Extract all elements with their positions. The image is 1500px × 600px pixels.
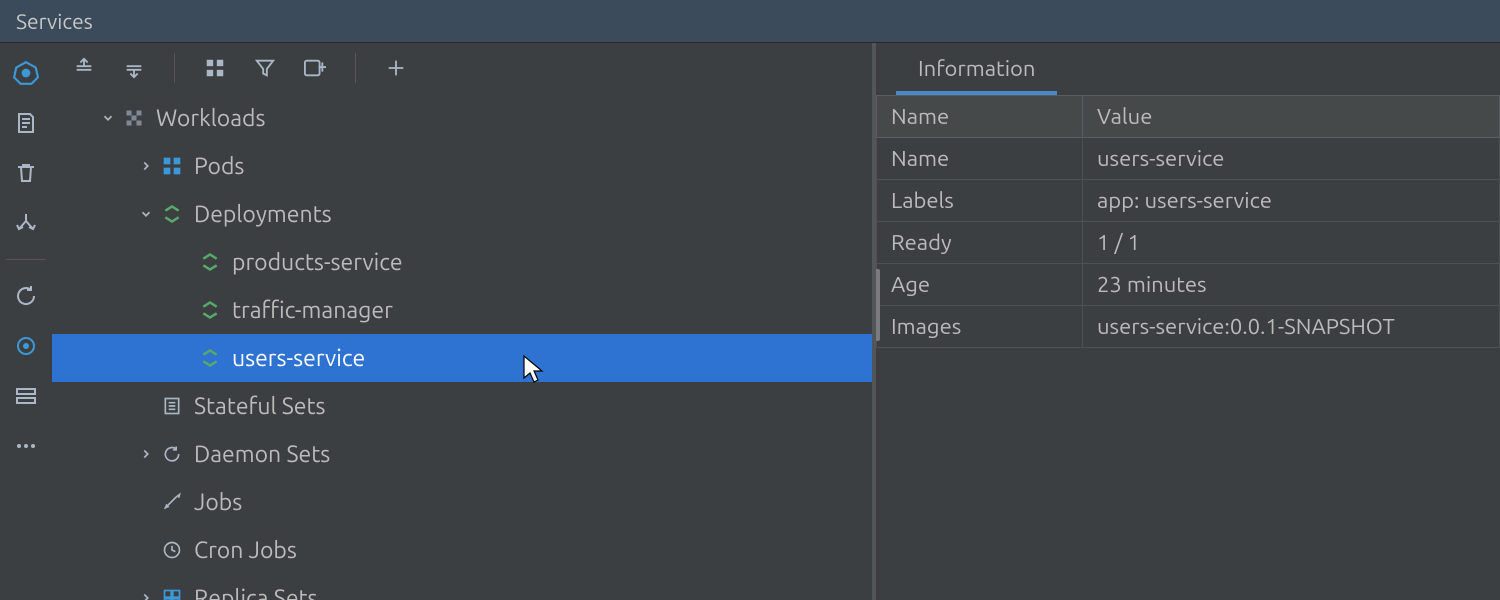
tree-label: Workloads [156, 106, 265, 131]
left-rail [0, 43, 52, 600]
title-text: Services [16, 9, 93, 33]
tree-node-products-service[interactable]: products-service [52, 238, 872, 286]
table-row[interactable]: Images users-service:0.0.1-SNAPSHOT [877, 306, 1500, 348]
chevron-down-icon [96, 111, 120, 125]
tree-node-replica-sets[interactable]: Replica Sets [52, 574, 872, 600]
replica-sets-icon [158, 588, 186, 600]
splitter-handle[interactable] [872, 269, 880, 341]
cell-value: app: users-service [1083, 180, 1500, 222]
tree-label: Replica Sets [194, 586, 318, 600]
tree-node-pods[interactable]: Pods [52, 142, 872, 190]
group-by-button[interactable] [201, 54, 229, 82]
rail-separator [6, 259, 46, 260]
tool-window-title: Services [0, 0, 1500, 43]
deployment-icon [196, 300, 224, 320]
tab-label: Information [918, 56, 1035, 81]
deployment-icon [196, 348, 224, 368]
cell-value: 23 minutes [1083, 264, 1500, 306]
tree-node-deployments[interactable]: Deployments [52, 190, 872, 238]
tree-label: traffic-manager [232, 298, 393, 323]
tree-label: Stateful Sets [194, 394, 326, 419]
table-row[interactable]: Labels app: users-service [877, 180, 1500, 222]
stateful-sets-icon [158, 396, 186, 416]
details-panel: Information Name Value Name users-servic… [872, 43, 1500, 600]
delete-icon[interactable] [12, 159, 40, 187]
toolbar-separator [355, 53, 356, 83]
collapse-all-button[interactable] [120, 54, 148, 82]
chevron-down-icon [134, 207, 158, 221]
kubernetes-icon[interactable] [12, 59, 40, 87]
daemon-sets-icon [158, 444, 186, 464]
server-icon[interactable] [12, 382, 40, 410]
deployment-icon [158, 204, 186, 224]
cell-value: users-service:0.0.1-SNAPSHOT [1083, 306, 1500, 348]
toolbar-separator [174, 53, 175, 83]
tree-label: Cron Jobs [194, 538, 297, 563]
tab-information[interactable]: Information [896, 45, 1057, 95]
tree-label: Deployments [194, 202, 332, 227]
target-icon[interactable] [12, 332, 40, 360]
tree-panel: Workloads Pods Deployments products-serv… [52, 43, 872, 600]
filter-button[interactable] [251, 54, 279, 82]
cell-value: users-service [1083, 138, 1500, 180]
cell-name: Age [877, 264, 1083, 306]
open-tab-button[interactable] [301, 54, 329, 82]
chevron-right-icon [134, 591, 158, 600]
details-tabs: Information [876, 43, 1500, 95]
workloads-icon [120, 108, 148, 128]
table-row[interactable]: Age 23 minutes [877, 264, 1500, 306]
cell-name: Labels [877, 180, 1083, 222]
tree-node-jobs[interactable]: Jobs [52, 478, 872, 526]
info-table: Name Value Name users-service Labels app… [876, 95, 1500, 348]
tree-label: Jobs [194, 490, 242, 515]
refresh-icon[interactable] [12, 282, 40, 310]
deployment-icon [196, 252, 224, 272]
pods-icon [158, 156, 186, 176]
tree-node-stateful-sets[interactable]: Stateful Sets [52, 382, 872, 430]
more-icon[interactable] [12, 432, 40, 460]
add-button[interactable] [382, 54, 410, 82]
jobs-icon [158, 492, 186, 512]
tree-label: Pods [194, 154, 244, 179]
cron-jobs-icon [158, 540, 186, 560]
cell-name: Name [877, 138, 1083, 180]
tree-label: products-service [232, 250, 403, 275]
tree[interactable]: Workloads Pods Deployments products-serv… [52, 94, 872, 600]
cell-value: 1 / 1 [1083, 222, 1500, 264]
tree-node-traffic-manager[interactable]: traffic-manager [52, 286, 872, 334]
chevron-right-icon [134, 447, 158, 461]
col-name[interactable]: Name [877, 96, 1083, 138]
cell-name: Images [877, 306, 1083, 348]
table-row[interactable]: Name users-service [877, 138, 1500, 180]
tree-node-daemon-sets[interactable]: Daemon Sets [52, 430, 872, 478]
chevron-right-icon [134, 159, 158, 173]
tree-toolbar [52, 43, 872, 94]
expand-all-button[interactable] [70, 54, 98, 82]
tree-node-users-service[interactable]: users-service [52, 334, 872, 382]
table-header-row: Name Value [877, 96, 1500, 138]
tree-node-cron-jobs[interactable]: Cron Jobs [52, 526, 872, 574]
cell-name: Ready [877, 222, 1083, 264]
branch-icon[interactable] [12, 209, 40, 237]
col-value[interactable]: Value [1083, 96, 1500, 138]
tree-label: Daemon Sets [194, 442, 330, 467]
tree-label: users-service [232, 346, 365, 371]
tree-node-workloads[interactable]: Workloads [52, 94, 872, 142]
script-icon[interactable] [12, 109, 40, 137]
table-row[interactable]: Ready 1 / 1 [877, 222, 1500, 264]
